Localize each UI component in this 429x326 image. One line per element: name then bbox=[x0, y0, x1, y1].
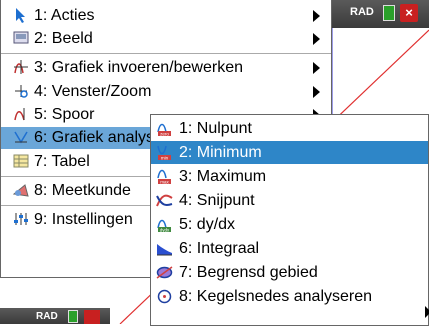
close-icon[interactable]: × bbox=[400, 4, 418, 22]
menu-item-beeld[interactable]: 2: Beeld bbox=[1, 28, 331, 50]
integral-icon bbox=[157, 244, 172, 256]
bounded-area-icon bbox=[156, 266, 173, 279]
svg-text:max: max bbox=[160, 179, 169, 184]
submenu-arrow-icon bbox=[313, 86, 320, 98]
maximum-icon: max bbox=[157, 169, 171, 184]
submenu-item-label: 7: Begrensd gebied bbox=[179, 264, 318, 281]
submenu-item-dydx[interactable]: dydx 5: dy/dx bbox=[151, 213, 428, 236]
angle-mode-label-lower: RAD bbox=[36, 311, 58, 322]
submenu-item-integraal[interactable]: 6: Integraal bbox=[151, 237, 428, 260]
menu-item-venster-zoom[interactable]: 4: Venster/Zoom bbox=[1, 81, 331, 103]
submenu-item-nulpunt[interactable]: zero 1: Nulpunt bbox=[151, 117, 428, 140]
submenu-item-maximum[interactable]: max 3: Maximum bbox=[151, 165, 428, 188]
submenu-arrow-icon bbox=[313, 10, 320, 22]
graph-entry-icon bbox=[14, 60, 28, 74]
submenu-item-begrensd-gebied[interactable]: 7: Begrensd gebied bbox=[151, 261, 428, 284]
battery-icon-lower bbox=[68, 310, 78, 323]
close-icon-lower[interactable] bbox=[84, 310, 100, 324]
menu-item-grafiek-invoeren[interactable]: 3: Grafiek invoeren/bewerken bbox=[1, 57, 331, 79]
menu-item-label: 4: Venster/Zoom bbox=[34, 83, 152, 100]
angle-mode-label: RAD bbox=[350, 6, 374, 18]
submenu-item-label: 2: Minimum bbox=[179, 144, 262, 161]
battery-icon bbox=[383, 5, 395, 21]
derivative-icon: dydx bbox=[157, 219, 171, 232]
intersection-icon bbox=[156, 194, 173, 207]
menu-item-label: 5: Spoor bbox=[34, 106, 95, 123]
menu-divider bbox=[1, 53, 331, 54]
menu-item-label: 3: Grafiek invoeren/bewerken bbox=[34, 59, 243, 76]
minimum-icon: min bbox=[157, 145, 171, 160]
submenu-item-snijpunt[interactable]: 4: Snijpunt bbox=[151, 189, 428, 212]
svg-text:min: min bbox=[161, 155, 169, 160]
submenu-item-label: 6: Integraal bbox=[179, 240, 260, 257]
analyze-submenu: zero 1: Nulpunt min 2: Minimum max 3: Ma… bbox=[150, 114, 429, 326]
submenu-item-label: 4: Snijpunt bbox=[179, 192, 255, 209]
svg-text:dydx: dydx bbox=[160, 227, 170, 232]
conic-analyze-icon bbox=[157, 289, 172, 304]
submenu-arrow-icon bbox=[313, 33, 320, 45]
submenu-arrow-icon bbox=[313, 62, 320, 74]
menu-item-label: 1: Acties bbox=[34, 7, 95, 24]
table-icon bbox=[13, 154, 29, 168]
submenu-item-kegelsnedes[interactable]: 8: Kegelsnedes analyseren bbox=[151, 285, 428, 308]
submenu-item-label: 8: Kegelsnedes analyseren bbox=[179, 288, 373, 305]
pointer-arrow-icon bbox=[16, 8, 25, 23]
submenu-item-label: 3: Maximum bbox=[179, 168, 267, 185]
zero-icon: zero bbox=[157, 123, 171, 136]
screen-view-icon bbox=[13, 31, 29, 44]
menu-item-label: 8: Meetkunde bbox=[34, 182, 131, 199]
settings-icon bbox=[14, 213, 28, 225]
menu-item-acties[interactable]: 1: Acties bbox=[1, 5, 331, 27]
analyze-graph-icon bbox=[14, 131, 28, 144]
menu-item-label: 2: Beeld bbox=[34, 30, 93, 47]
submenu-item-label: 1: Nulpunt bbox=[179, 120, 252, 137]
geometry-icon bbox=[13, 184, 29, 197]
submenu-item-label: 5: dy/dx bbox=[179, 216, 236, 233]
submenu-arrow-icon bbox=[425, 306, 429, 318]
menu-item-label: 9: Instellingen bbox=[34, 211, 133, 228]
menu-item-label: 7: Tabel bbox=[34, 153, 90, 170]
trace-icon bbox=[14, 108, 25, 121]
window-zoom-icon bbox=[15, 85, 28, 98]
svg-text:zero: zero bbox=[160, 131, 169, 136]
submenu-item-minimum[interactable]: min 2: Minimum bbox=[151, 141, 428, 164]
